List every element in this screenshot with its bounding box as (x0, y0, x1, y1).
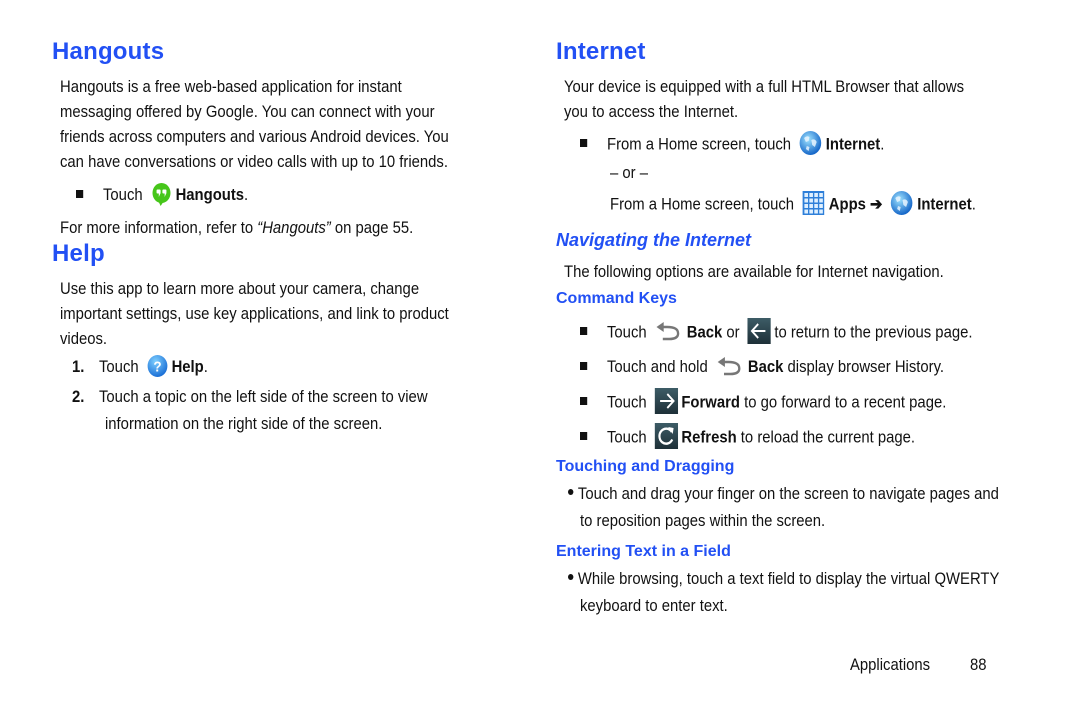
help-step-2: 2. Touch a topic on the left side of the … (72, 388, 428, 406)
hangouts-reference: For more information, refer to “Hangouts… (60, 219, 414, 237)
bullet-square (580, 139, 588, 147)
hangouts-icon (150, 182, 172, 206)
command-key-refresh: Touch Refresh to reload the current page… (580, 423, 915, 451)
internet-app-label: Internet (825, 135, 881, 154)
entering-text-heading: Entering Text in a Field (556, 543, 731, 560)
entering-text-line: While browsing, touch a text field to di… (568, 567, 999, 592)
back-label: Back (747, 358, 784, 376)
touching-dragging-line: Touch and drag your finger on the screen… (568, 482, 999, 507)
arrow-separator: ➔ (870, 195, 883, 214)
internet-body-line: you to access the Internet. (564, 103, 739, 121)
command-keys-heading: Command Keys (556, 290, 677, 307)
internet-heading: Internet (556, 38, 646, 65)
hangouts-step: Touch Hangouts. (76, 182, 248, 208)
hangouts-app-label: Hangouts (175, 186, 245, 204)
help-body-line: videos. (60, 330, 108, 348)
browser-back-arrow-icon (747, 318, 771, 344)
hangouts-body-line: can have conversations or video calls wi… (60, 153, 448, 171)
help-body-line: important settings, use key applications… (60, 305, 449, 323)
or-separator: – or – (610, 164, 648, 182)
command-key-forward: Touch Forward to go forward to a recent … (580, 388, 946, 416)
help-step-1: 1. Touch ? Help. (72, 354, 208, 380)
footer-section-name: Applications (850, 656, 931, 674)
touching-dragging-line: to reposition pages within the screen. (580, 512, 826, 530)
internet-app-label: Internet (917, 195, 972, 214)
bullet-dot (568, 488, 574, 495)
forward-arrow-icon (654, 388, 678, 414)
help-body-line: Use this app to learn more about your ca… (60, 280, 420, 298)
bullet-square (76, 189, 84, 198)
internet-step-1: From a Home screen, touch Internet. (580, 130, 884, 158)
hangouts-heading: Hangouts (52, 38, 165, 65)
back-label: Back (686, 323, 723, 342)
refresh-icon (654, 423, 678, 449)
entering-text-line: keyboard to enter text. (580, 597, 728, 615)
bullet-square (580, 361, 588, 370)
touching-dragging-heading: Touching and Dragging (556, 458, 735, 475)
hangouts-page-link[interactable]: “Hangouts” (257, 219, 330, 237)
help-step-2-cont: information on the right side of the scr… (105, 415, 383, 433)
help-heading: Help (52, 240, 105, 267)
command-key-back: Touch Back or to return to the previous … (580, 318, 972, 346)
back-icon (654, 320, 683, 342)
navigating-heading: Navigating the Internet (556, 230, 752, 250)
apps-label: Apps (828, 195, 866, 214)
command-key-back-hold: Touch and hold Back display browser Hist… (580, 355, 944, 380)
apps-grid-icon (802, 190, 825, 216)
globe-icon (890, 190, 913, 216)
bullet-square (580, 432, 588, 440)
bullet-dot (568, 573, 574, 580)
bullet-square (580, 327, 588, 335)
help-icon: ? (146, 354, 168, 378)
hangouts-body-line: Hangouts is a free web-based application… (60, 78, 402, 96)
internet-step-2: From a Home screen, touch Apps ➔ Interne… (610, 190, 976, 218)
hangouts-body-line: messaging offered by Google. You can con… (60, 103, 435, 121)
hangouts-body-line: friends across computers and various And… (60, 128, 449, 146)
forward-label: Forward (681, 393, 740, 412)
help-app-label: Help (171, 358, 204, 376)
refresh-label: Refresh (681, 428, 737, 447)
back-icon (715, 355, 744, 377)
internet-body-line: Your device is equipped with a full HTML… (564, 78, 965, 96)
globe-icon (799, 130, 822, 156)
navigating-body: The following options are available for … (564, 263, 944, 281)
footer-page-number: 88 (970, 656, 987, 674)
bullet-square (580, 397, 588, 405)
svg-text:?: ? (153, 359, 161, 376)
